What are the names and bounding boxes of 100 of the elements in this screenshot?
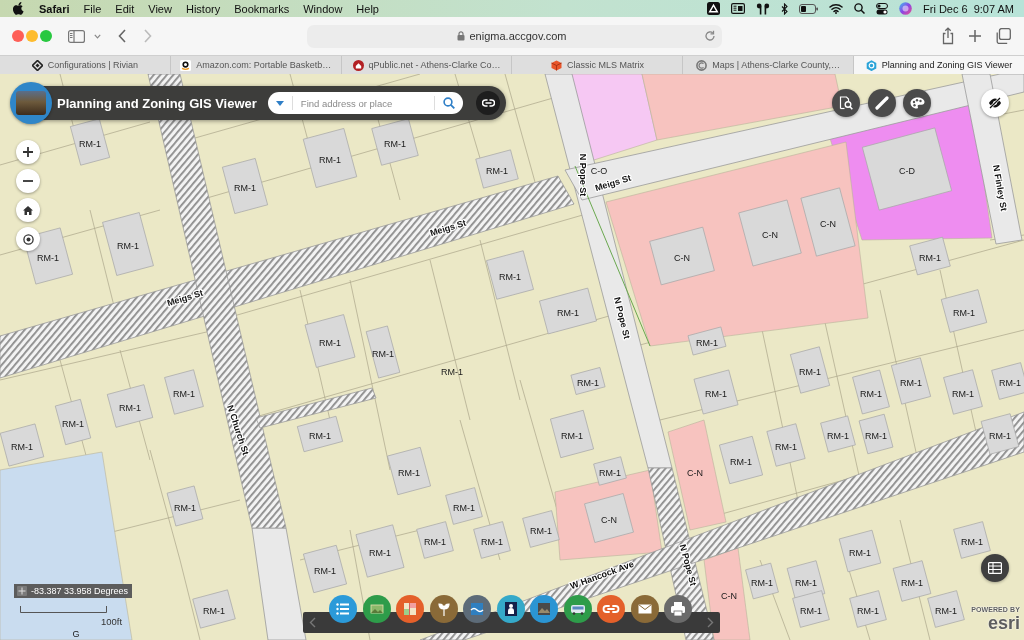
address-field[interactable]: enigma.accgov.com (307, 24, 722, 48)
bluetooth-icon[interactable] (781, 2, 788, 15)
bus-icon[interactable] (563, 595, 592, 623)
zone-label: RM-1 (314, 566, 336, 576)
chain-icon[interactable] (597, 595, 625, 623)
app-title: Planning and Zoning GIS Viewer (57, 95, 257, 111)
zone-label: RM-1 (453, 503, 475, 513)
printer-icon[interactable] (664, 595, 692, 623)
orb-icon[interactable] (899, 2, 912, 15)
zone-label: RM-1 (398, 468, 420, 478)
reload-icon[interactable] (704, 30, 716, 42)
link-button[interactable] (476, 91, 500, 115)
wave-icon[interactable] (463, 595, 491, 623)
zone-label: RM-1 (900, 378, 922, 388)
zone-label: RM-1 (961, 537, 983, 547)
browser-tab[interactable]: Planning and Zoning GIS Viewer (853, 56, 1024, 74)
search-field[interactable]: Find address or place (300, 97, 426, 109)
coordinates-text: -83.387 33.958 Degrees (31, 586, 129, 596)
attribution-logo[interactable]: esri (987, 614, 1020, 632)
zone-label: RM-1 (203, 606, 225, 616)
share-icon[interactable] (941, 27, 955, 45)
menu-bar-date[interactable]: Fri Dec 6 (923, 2, 968, 15)
zone-label: RM-1 (481, 537, 503, 547)
zone-label: RM-1 (953, 308, 975, 318)
browser-tab[interactable]: Configurations | Rivian (0, 56, 170, 74)
search-icon[interactable] (854, 3, 865, 14)
person-icon[interactable] (496, 595, 525, 623)
zone-label: RM-1 (319, 338, 341, 348)
photo-placeholder (16, 91, 46, 115)
zone-label: RM-1 (117, 241, 139, 251)
zone-label: C-N (601, 515, 617, 525)
triangle-icon[interactable] (707, 2, 720, 15)
ring-icon (696, 59, 708, 71)
menu-item[interactable]: File (83, 2, 102, 15)
zone-label: RM-1 (705, 389, 727, 399)
zone-label: RM-1 (309, 431, 331, 441)
zone-label: RM-1 (730, 457, 752, 467)
palette-icon (909, 97, 925, 109)
zone-label: RM-1 (751, 578, 773, 588)
zone-label: RM-1 (799, 367, 821, 377)
zone-label: RM-1 (696, 338, 718, 348)
home-icon (23, 205, 33, 215)
zone-label: RM-1 (424, 537, 446, 547)
zone-label: G (72, 629, 80, 639)
zone-label: RM-1 (530, 526, 552, 536)
zone-label: C-N (674, 253, 690, 263)
map-icon[interactable] (396, 595, 424, 623)
menu-bar-time[interactable]: 9:07 AM (973, 2, 1014, 15)
building-footprint (852, 369, 890, 415)
eye-slash-icon (988, 97, 1002, 109)
menu-item[interactable]: Edit (115, 2, 135, 15)
battery-icon[interactable] (799, 3, 818, 14)
menu-item[interactable]: Bookmarks (234, 2, 290, 15)
tabs-icon[interactable] (995, 28, 1011, 44)
menu-item[interactable]: Help (356, 2, 379, 15)
street-label: N Pope St (578, 153, 588, 197)
chevron-down-icon[interactable] (94, 33, 101, 39)
smile-icon (180, 59, 192, 71)
zone-label: RM-1 (486, 166, 508, 176)
envelope-icon[interactable] (630, 595, 659, 623)
zone-label: RM-1 (952, 389, 974, 399)
chevron-right-icon[interactable] (707, 617, 714, 628)
photo-icon[interactable] (530, 595, 558, 623)
zone-label: RM-1 (775, 442, 797, 452)
earbuds-icon[interactable] (756, 2, 770, 15)
back-icon[interactable] (118, 29, 126, 43)
list-icon[interactable] (329, 595, 357, 623)
zone-label: RM-1 (372, 349, 394, 359)
street-label: N Pope St (612, 296, 632, 340)
plus-icon[interactable] (968, 29, 982, 43)
apple-icon[interactable] (13, 2, 24, 15)
lock-icon (456, 31, 465, 41)
toggles-icon[interactable] (876, 2, 888, 15)
street-label: Meigs St (165, 287, 205, 309)
menu-item[interactable]: View (148, 2, 172, 15)
sidebar-icon[interactable] (68, 29, 85, 43)
wifi-icon[interactable] (829, 3, 843, 14)
zone-label: RM-1 (577, 378, 599, 388)
caret-icon[interactable] (275, 100, 284, 106)
street-label: N Pope St (677, 543, 699, 587)
chevron-left-icon[interactable] (309, 617, 316, 628)
link-icon (481, 99, 495, 107)
menu-item[interactable]: History (185, 2, 221, 15)
app-menu[interactable]: Safari (39, 2, 70, 15)
menu-item[interactable]: Window (303, 2, 343, 15)
minus-icon (23, 180, 33, 182)
leaf-icon[interactable] (429, 595, 458, 623)
zone-label: RM-1 (561, 431, 583, 441)
target-icon (22, 233, 34, 245)
cube-icon (550, 59, 562, 71)
landscape-icon[interactable] (362, 595, 391, 623)
house-icon (352, 59, 364, 71)
zone-label: RM-1 (384, 139, 406, 149)
close-window-icon[interactable] (12, 30, 24, 42)
window-icon[interactable] (731, 3, 745, 14)
zone-label: RM-1 (901, 578, 923, 588)
search-bar[interactable]: Find address or place (267, 92, 463, 114)
crosshair-icon[interactable] (17, 586, 27, 596)
building-footprint (445, 487, 483, 525)
zone-label: RM-1 (11, 442, 33, 452)
